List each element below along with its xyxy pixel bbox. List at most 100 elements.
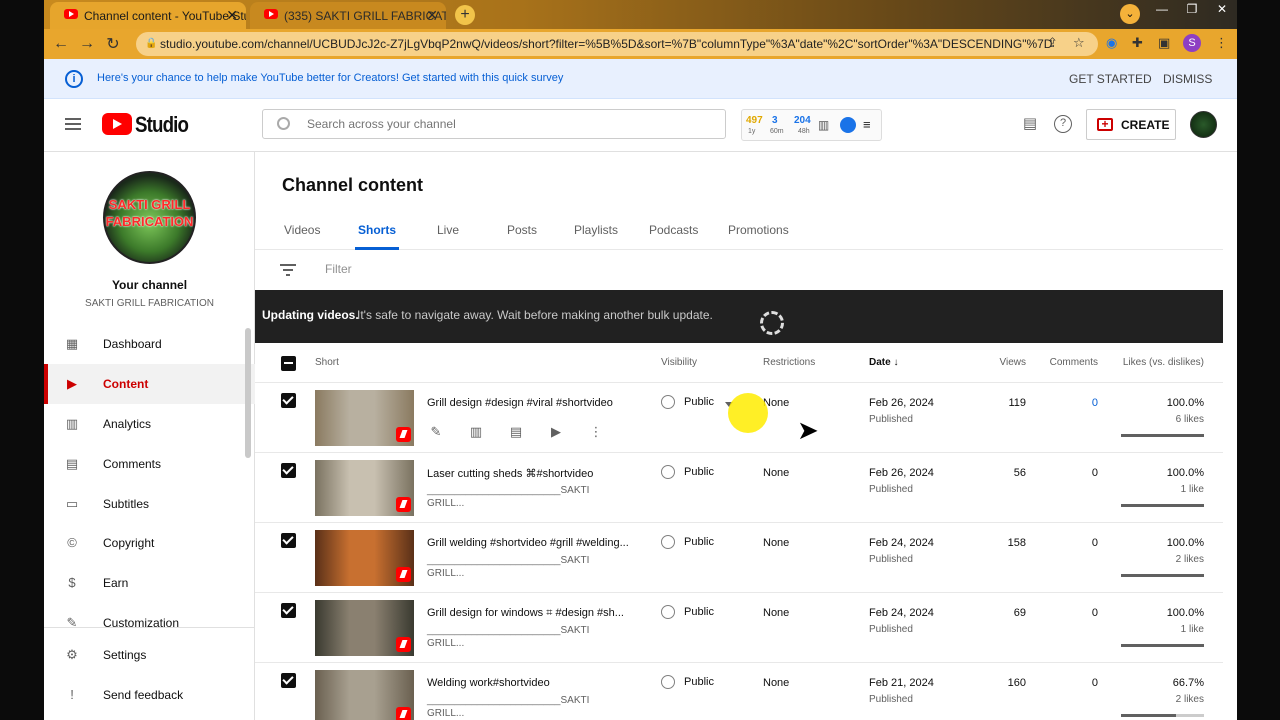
- more-options-icon[interactable]: ⋮: [587, 423, 605, 441]
- youtube-logo-icon[interactable]: [102, 113, 132, 135]
- row-checkbox[interactable]: [281, 463, 296, 478]
- sidepanel-icon[interactable]: ▣: [1158, 35, 1170, 51]
- minimize-icon[interactable]: —: [1147, 0, 1177, 18]
- forward-icon[interactable]: →: [74, 35, 100, 53]
- video-thumbnail[interactable]: [315, 530, 414, 586]
- sidebar-item-earn[interactable]: $ Earn: [44, 563, 255, 603]
- table-row[interactable]: Grill welding #shortvideo #grill #weldin…: [255, 523, 1223, 593]
- sidebar-item-settings[interactable]: ⚙ Settings: [44, 635, 255, 675]
- video-thumbnail[interactable]: [315, 670, 414, 720]
- search-box[interactable]: [262, 109, 726, 139]
- analytics-icon[interactable]: ▥: [467, 423, 485, 441]
- video-thumbnail[interactable]: [315, 460, 414, 516]
- row-checkbox[interactable]: [281, 603, 296, 618]
- visibility-status[interactable]: Public: [661, 535, 714, 549]
- comments-count: 0: [1091, 537, 1098, 549]
- select-all-checkbox[interactable]: [281, 356, 296, 371]
- tab-search-chevron-icon[interactable]: ⌄: [1120, 4, 1140, 24]
- column-visibility[interactable]: Visibility: [661, 357, 697, 368]
- column-views[interactable]: Views: [1000, 357, 1027, 368]
- column-restrictions[interactable]: Restrictions: [763, 357, 815, 368]
- url-field[interactable]: 🔒 studio.youtube.com/channel/UCBUDJcJ2c-…: [136, 32, 1098, 56]
- video-title[interactable]: Grill design for windows ⌗ #design #sh..…: [427, 607, 624, 620]
- sidebar-item-send-feedback[interactable]: ! Send feedback: [44, 675, 255, 715]
- get-started-button[interactable]: GET STARTED: [1069, 72, 1152, 86]
- filter-bar[interactable]: Filter: [255, 250, 1223, 290]
- row-actions: ✎ ▥ ▤ ▶ ⋮: [427, 423, 617, 443]
- updating-snackbar: Updating videos. It's safe to navigate a…: [255, 290, 1223, 343]
- hamburger-menu-icon[interactable]: [65, 118, 81, 130]
- account-avatar[interactable]: [1190, 111, 1217, 138]
- sidebar-item-analytics[interactable]: ▥ Analytics: [44, 404, 255, 444]
- restrictions-value: None: [763, 537, 790, 549]
- tab-playlists[interactable]: Playlists: [574, 223, 618, 237]
- studio-logo-text[interactable]: Studio: [135, 112, 189, 138]
- video-title[interactable]: Welding work#shortvideo: [427, 677, 550, 689]
- tab-podcasts[interactable]: Podcasts: [649, 223, 698, 237]
- search-input[interactable]: [307, 115, 707, 133]
- tab-shorts[interactable]: Shorts: [354, 223, 400, 250]
- back-icon[interactable]: ←: [48, 35, 74, 53]
- sidebar-scrollbar[interactable]: [245, 328, 251, 458]
- table-row[interactable]: Welding work#shortvideo _________________…: [255, 663, 1223, 720]
- video-title[interactable]: Grill welding #shortvideo #grill #weldin…: [427, 537, 629, 549]
- new-tab-button[interactable]: +: [455, 5, 475, 25]
- sidebar-item-comments[interactable]: ▤ Comments: [44, 444, 255, 484]
- tab-posts[interactable]: Posts: [507, 223, 537, 237]
- tab-videos[interactable]: Videos: [284, 223, 320, 237]
- table-row[interactable]: Laser cutting sheds ⌘#shortvideo ________…: [255, 453, 1223, 523]
- column-likes[interactable]: Likes (vs. dislikes): [1123, 357, 1204, 368]
- close-window-icon[interactable]: ✕: [1207, 0, 1237, 18]
- browser-tab-studio[interactable]: Channel content - YouTube Studio ✕: [50, 2, 246, 29]
- banner-message: Here's your chance to help make YouTube …: [97, 72, 564, 84]
- visibility-status[interactable]: Public: [661, 675, 714, 689]
- table-row[interactable]: Grill design for windows ⌗ #design #sh..…: [255, 593, 1223, 663]
- column-comments[interactable]: Comments: [1050, 357, 1098, 368]
- profile-avatar[interactable]: S: [1183, 34, 1201, 52]
- menu-lines-icon[interactable]: ≡: [863, 117, 871, 132]
- bookmark-star-icon[interactable]: ☆: [1073, 35, 1085, 51]
- messages-icon[interactable]: ▤: [1021, 115, 1039, 133]
- stat-count-60m: 3: [772, 115, 778, 126]
- video-title[interactable]: Grill design #design #viral #shortvideo: [427, 397, 613, 409]
- close-tab-icon[interactable]: ✕: [426, 7, 438, 24]
- sidebar-item-dashboard[interactable]: ▦ Dashboard: [44, 324, 255, 364]
- sidebar-item-content[interactable]: ▶ Content: [44, 364, 255, 404]
- column-date[interactable]: Date ↓: [869, 357, 898, 368]
- sidebar-item-subtitles[interactable]: ▭ Subtitles: [44, 484, 255, 524]
- close-tab-icon[interactable]: ✕: [226, 7, 238, 24]
- menu-kebab-icon[interactable]: ⋮: [1215, 35, 1228, 51]
- youtube-play-icon[interactable]: ▶: [547, 423, 565, 441]
- dismiss-button[interactable]: DISMISS: [1163, 72, 1212, 86]
- extension-icon[interactable]: ◉: [1106, 35, 1117, 51]
- channel-avatar[interactable]: SAKTI GRILL FABRICATION: [103, 171, 196, 264]
- tab-promotions[interactable]: Promotions: [728, 223, 789, 237]
- comments-icon[interactable]: ▤: [507, 423, 525, 441]
- visibility-status[interactable]: Public: [661, 465, 714, 479]
- restore-icon[interactable]: ❐: [1177, 0, 1207, 18]
- comments-count: 0: [1091, 467, 1098, 479]
- edit-pencil-icon[interactable]: ✎: [427, 423, 445, 441]
- sidebar-item-copyright[interactable]: © Copyright: [44, 523, 255, 563]
- help-icon[interactable]: ?: [1054, 115, 1072, 133]
- visibility-status[interactable]: Public: [661, 605, 714, 619]
- views-count: 69: [1013, 607, 1026, 619]
- filter-icon[interactable]: [280, 264, 296, 276]
- reload-icon[interactable]: ↻: [100, 34, 126, 54]
- stats-extension-widget[interactable]: 497 3 204 1y 60m 48h ▥ ≡: [741, 109, 882, 141]
- visibility-status[interactable]: Public: [661, 395, 714, 409]
- tab-live[interactable]: Live: [437, 223, 459, 237]
- puzzle-icon[interactable]: ✚: [1132, 35, 1143, 51]
- row-checkbox[interactable]: [281, 393, 296, 408]
- row-checkbox[interactable]: [281, 533, 296, 548]
- filter-input[interactable]: Filter: [325, 262, 352, 276]
- likes-ratio-fill: [1121, 504, 1204, 507]
- browser-tab-channel[interactable]: (335) SAKTI GRILL FABRICATION ✕: [250, 2, 446, 29]
- row-checkbox[interactable]: [281, 673, 296, 688]
- video-title[interactable]: Laser cutting sheds ⌘#shortvideo: [427, 467, 593, 480]
- share-icon[interactable]: ⇪: [1047, 35, 1058, 51]
- video-thumbnail[interactable]: [315, 600, 414, 656]
- video-thumbnail[interactable]: [315, 390, 414, 446]
- comments-count[interactable]: 0: [1092, 397, 1098, 409]
- create-button[interactable]: + CREATE: [1086, 109, 1176, 140]
